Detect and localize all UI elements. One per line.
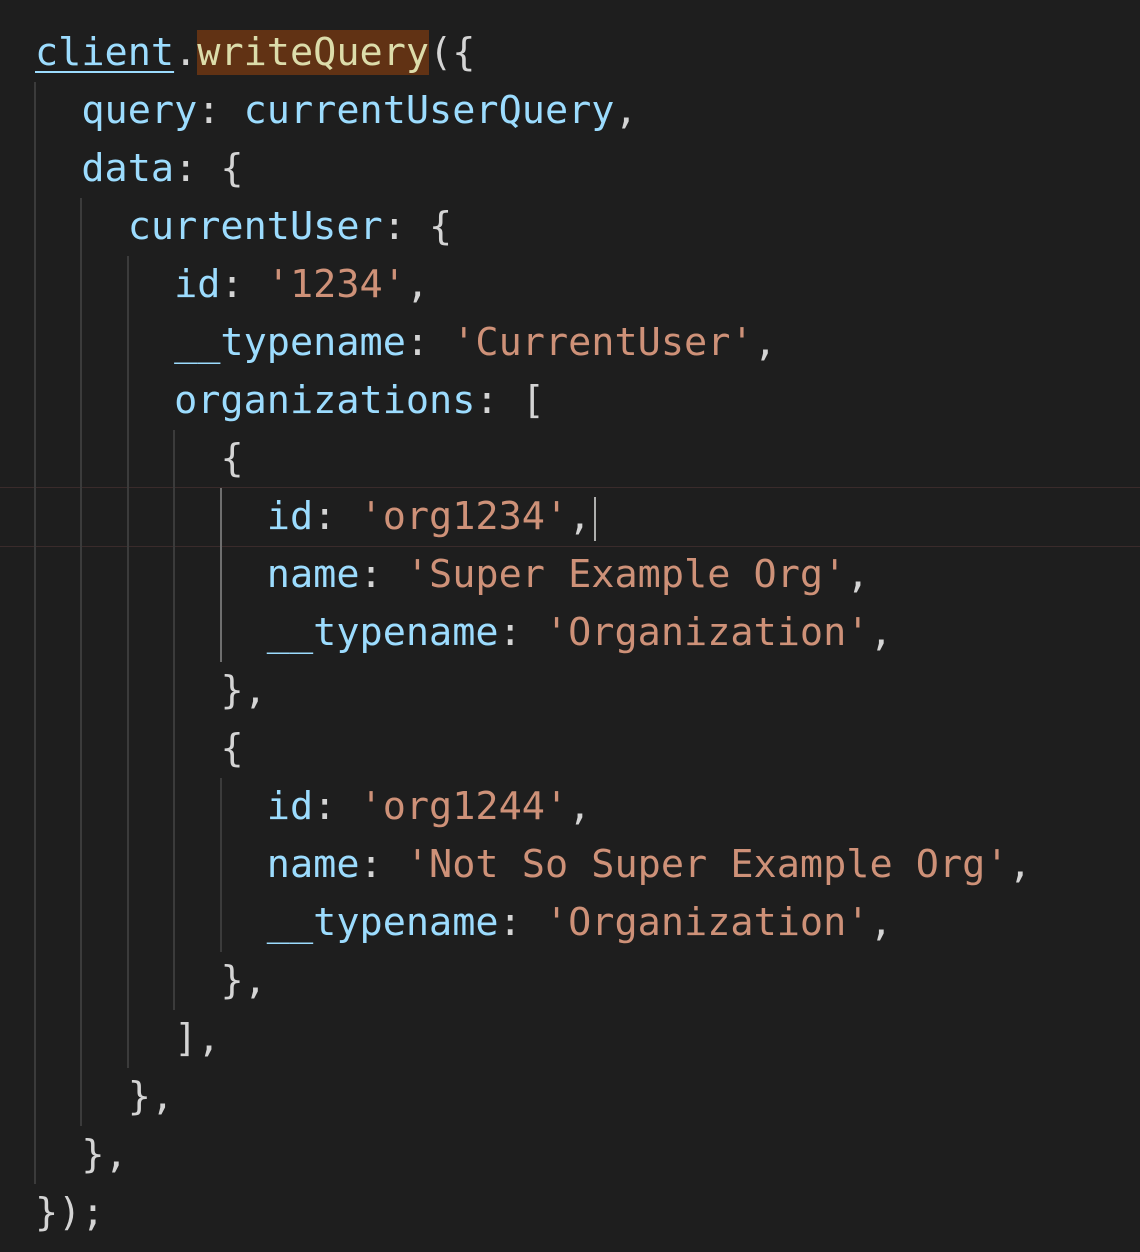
code-token-punctuation: : [197,88,244,133]
code-line[interactable]: }, [0,1126,1140,1184]
indent-guide [219,778,222,952]
code-token-punctuation: : [313,494,360,539]
code-token-property: data [81,146,175,191]
code-token-identifier: currentUserQuery [243,88,615,133]
code-token-object: client [35,30,175,75]
code-token-property: id [266,784,314,829]
code-editor[interactable]: client.writeQuery({ query: currentUserQu… [0,0,1140,1252]
code-token-string: 'org1244' [359,784,569,829]
code-token-property: name [266,842,360,887]
indent-guide [80,198,83,1126]
code-line[interactable]: { [0,430,1140,488]
code-line[interactable]: }); [0,1184,1140,1242]
code-token-punctuation: , [568,494,592,539]
code-token-string: 'Super Example Org' [405,552,847,597]
code-token-punctuation: : [220,262,267,307]
code-line[interactable]: ], [0,1010,1140,1068]
code-token-punctuation: { [220,726,244,771]
code-token-punctuation: }, [220,668,267,713]
code-token-punctuation: , [568,784,592,829]
code-token-function: writeQuery [197,30,430,75]
code-token-punctuation: : [313,784,360,829]
code-line[interactable]: name: 'Not So Super Example Org', [0,836,1140,894]
code-token-punctuation: , [405,262,430,307]
code-token-string: 'Not So Super Example Org' [405,842,1009,887]
code-token-string: 'org1234' [359,494,569,539]
code-token-punctuation: { [220,436,244,481]
code-token-property: __typename [174,320,406,365]
code-token-property: __typename [266,610,499,655]
code-line[interactable]: }, [0,662,1140,720]
code-line[interactable]: }, [0,952,1140,1010]
code-token-punctuation: , [869,900,893,945]
code-line[interactable]: }, [0,1068,1140,1126]
text-cursor [594,496,597,541]
code-token-string: 'Organization' [544,900,870,945]
code-token-property: name [266,552,360,597]
code-token-punctuation: , [869,610,893,655]
code-token-punctuation: : [498,610,545,655]
code-token-string: 'Organization' [544,610,870,655]
code-line[interactable]: __typename: 'Organization', [0,604,1140,662]
code-line[interactable]: { [0,720,1140,778]
code-line[interactable]: client.writeQuery({ [0,24,1140,82]
code-line[interactable]: data: { [0,140,1140,198]
code-token-punctuation: }); [35,1190,105,1235]
code-token-punctuation: , [846,552,870,597]
code-line[interactable]: id: 'org1244', [0,778,1140,836]
code-line[interactable]: currentUser: { [0,198,1140,256]
code-token-string: '1234' [266,262,406,307]
code-line[interactable]: name: 'Super Example Org', [0,546,1140,604]
code-token-punctuation: . [174,30,198,75]
indent-guide [173,430,176,1010]
code-token-punctuation: : { [174,146,244,191]
code-token-punctuation: , [753,320,777,365]
code-token-punctuation: }, [220,958,267,1003]
code-token-property: id [174,262,221,307]
code-token-punctuation: }, [127,1074,175,1119]
indent-guide [126,256,129,1068]
code-token-punctuation: , [1008,842,1032,887]
code-token-punctuation: : { [382,204,453,249]
code-token-punctuation: : [498,900,545,945]
code-token-punctuation: , [614,88,638,133]
code-line[interactable]: __typename: 'Organization', [0,894,1140,952]
code-token-punctuation: : [359,842,406,887]
indent-guide [34,82,36,1184]
code-token-punctuation: : [359,552,406,597]
code-line[interactable]: query: currentUserQuery, [0,82,1140,140]
code-token-punctuation: ({ [429,30,476,75]
code-line[interactable]: organizations: [ [0,372,1140,430]
code-token-property: query [81,88,198,133]
code-token-string: 'CurrentUser' [452,320,754,365]
code-token-property: organizations [174,378,476,423]
code-token-property: id [266,494,314,539]
code-line[interactable]: id: '1234', [0,256,1140,314]
code-token-property: currentUser [127,204,383,249]
code-token-property: __typename [266,900,499,945]
code-line-current[interactable]: id: 'org1234', [0,487,1140,547]
code-token-punctuation: : [405,320,453,365]
code-line[interactable]: __typename: 'CurrentUser', [0,314,1140,372]
indent-guide [219,488,222,662]
code-token-punctuation: }, [81,1132,128,1177]
code-token-punctuation: : [ [475,378,545,423]
code-token-punctuation: ], [174,1016,221,1061]
